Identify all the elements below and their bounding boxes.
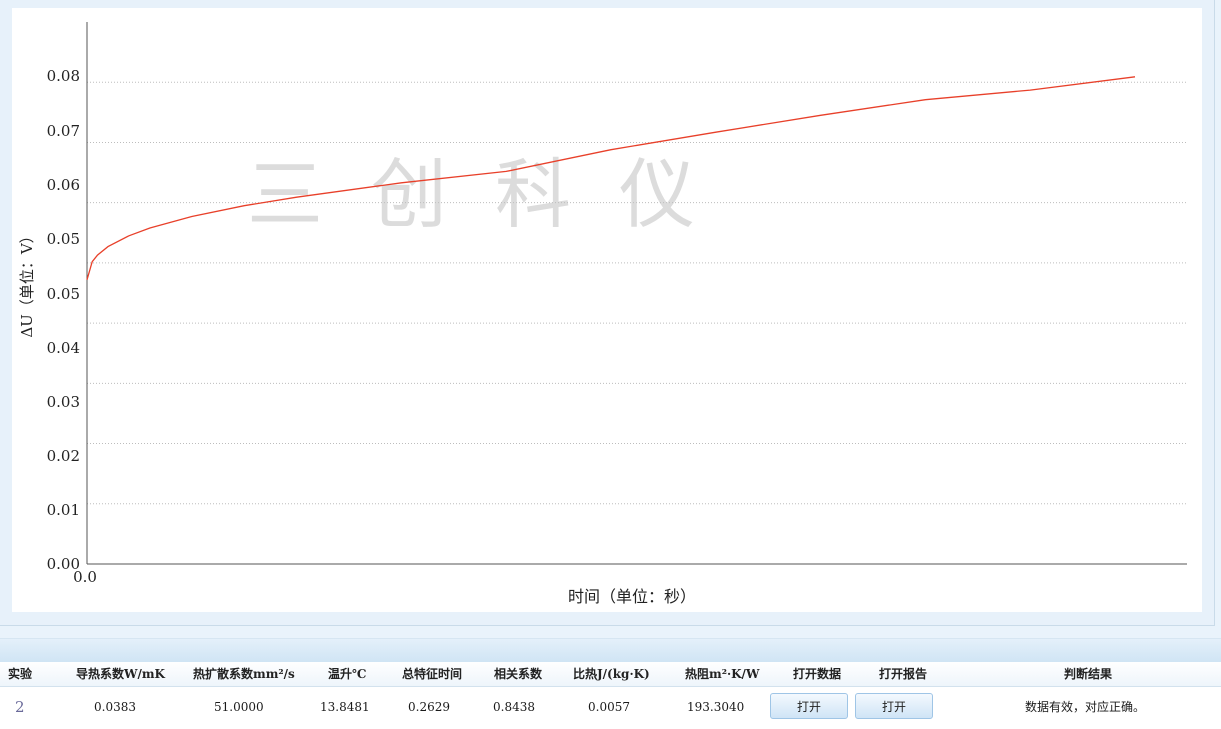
x-tick-label: 0.0 [73, 568, 97, 586]
cell-thermal-resistance: 193.3040 [687, 700, 745, 714]
y-tick-label: 0.05 [47, 230, 80, 248]
y-tick-label: 0.06 [47, 176, 80, 194]
plot-area: 三创科仪 0.00 0.01 0.02 0.03 0.04 0.05 0.05 0.06 0.0… [12, 8, 1202, 612]
header-open-data: 打开数据 [793, 667, 842, 681]
y-tick-label: 0.05 [47, 285, 80, 303]
series-line [86, 76, 1136, 280]
cell-char-time: 0.2629 [408, 700, 450, 714]
line-chart: 0.000.010.020.030.040.050.050.060.070.08… [18, 22, 1187, 606]
y-tick-label: 0.08 [47, 67, 80, 85]
header-specific-heat: 比热J/(kg·K) [573, 667, 650, 681]
cell-specific-heat: 0.0057 [588, 700, 630, 714]
table-header-row: 实验 导热系数W/mK 热扩散系数mm²/s 温升℃ 总特征时间 相关系数 比热… [0, 662, 1221, 687]
y-tick-label: 0.02 [47, 447, 80, 465]
header-thermal-resistance: 热阻m²·K/W [685, 667, 760, 681]
cell-correlation: 0.8438 [493, 700, 535, 714]
open-report-button[interactable]: 打开 [855, 693, 933, 719]
open-data-button[interactable]: 打开 [770, 693, 848, 719]
header-char-time: 总特征时间 [402, 667, 463, 681]
header-conductivity: 导热系数W/mK [76, 667, 165, 681]
cell-temp-rise: 13.8481 [320, 700, 370, 714]
chart-panel: 三创科仪 0.00 0.01 0.02 0.03 0.04 0.05 0.05 0.06 0.0… [0, 0, 1215, 626]
header-open-report: 打开报告 [879, 667, 928, 681]
header-experiment: 实验 [8, 667, 33, 681]
header-diffusivity: 热扩散系数mm²/s [193, 667, 295, 681]
y-axis-label: ΔU（单位：V） [18, 228, 36, 337]
y-tick-label: 0.07 [47, 122, 80, 140]
cell-diffusivity: 51.0000 [214, 700, 264, 714]
y-tick-label: 0.01 [47, 501, 80, 519]
header-result: 判断结果 [1064, 667, 1113, 681]
cell-conductivity: 0.0383 [94, 700, 136, 714]
header-correlation: 相关系数 [494, 667, 543, 681]
y-tick-label: 0.04 [47, 339, 80, 357]
header-temp-rise: 温升℃ [328, 667, 367, 681]
cell-result: 数据有效，对应正确。 [1025, 700, 1146, 714]
divider-band [0, 638, 1221, 663]
result-table: 实验 导热系数W/mK 热扩散系数mm²/s 温升℃ 总特征时间 相关系数 比热… [0, 662, 1221, 729]
table-row: 2 0.0383 51.0000 13.8481 0.2629 0.8438 0… [0, 687, 1221, 729]
cell-experiment: 2 [15, 698, 25, 716]
x-axis-label: 时间（单位：秒） [568, 587, 696, 606]
y-tick-label: 0.03 [47, 393, 80, 411]
